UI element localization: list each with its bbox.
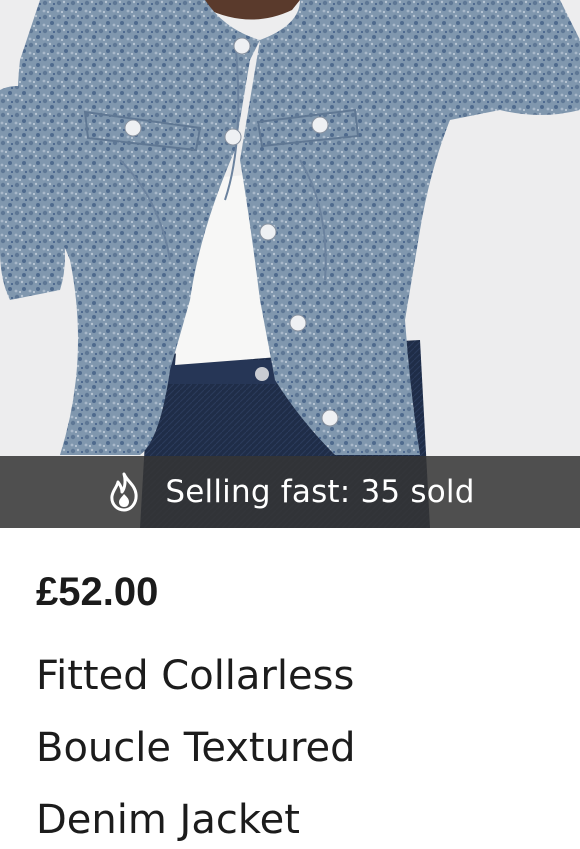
product-title-line: Boucle Textured (36, 725, 356, 771)
product-title-line: Fitted Collarless (36, 653, 355, 699)
product-price: £52.00 (36, 570, 159, 614)
selling-fast-text: Selling fast: 35 sold (165, 474, 475, 510)
product-title-line: Denim Jacket (36, 797, 300, 843)
fire-icon (105, 472, 143, 512)
product-image[interactable] (0, 0, 580, 528)
product-title[interactable]: Fitted Collarless Boucle Textured Denim … (36, 640, 556, 849)
jacket-photo (0, 0, 580, 528)
product-card[interactable]: Selling fast: 35 sold £52.00 Fitted Coll… (0, 0, 580, 849)
product-info: £52.00 Fitted Collarless Boucle Textured… (36, 528, 556, 849)
selling-fast-banner: Selling fast: 35 sold (0, 456, 580, 528)
